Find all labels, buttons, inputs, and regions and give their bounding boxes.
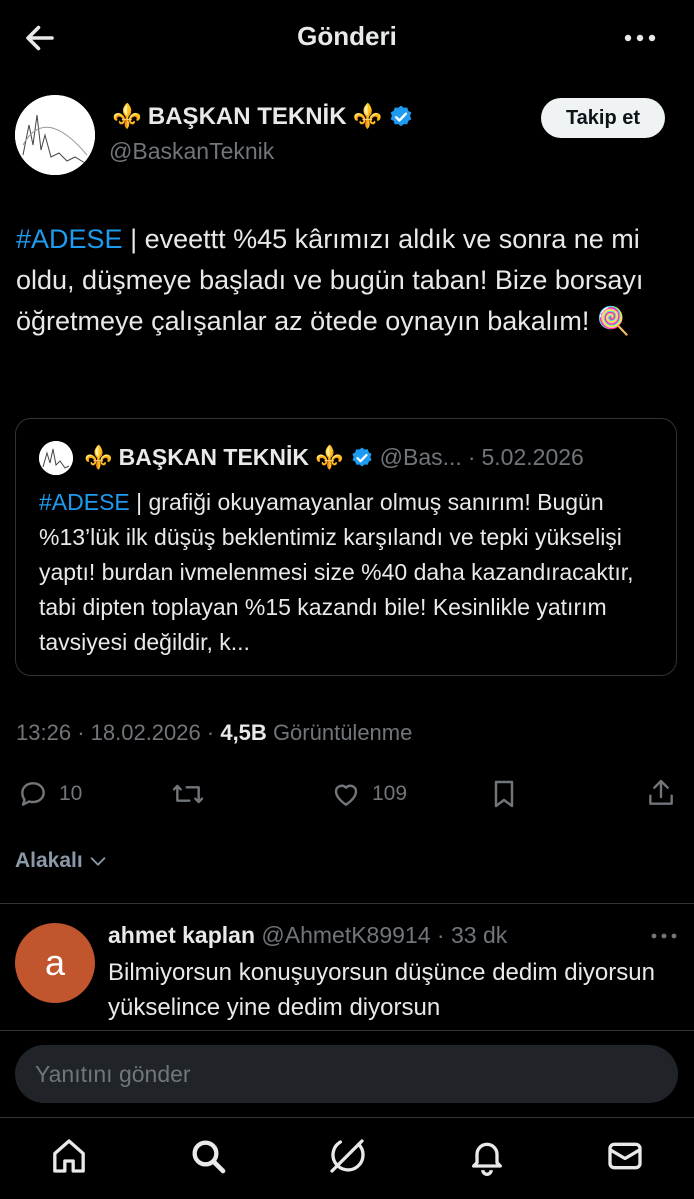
bookmark-icon	[494, 780, 514, 808]
reply-text: Bilmiyorsun konuşuyorsun düşünce dedim d…	[108, 959, 655, 1021]
repost-icon	[172, 784, 204, 804]
divider	[0, 903, 694, 904]
quoted-tweet[interactable]: ⚜️ BAŞKAN TEKNİK ⚜️ @Bas... · 5.02.2026 …	[15, 418, 677, 676]
separator-dot: ·	[436, 922, 445, 948]
more-options-icon[interactable]	[620, 24, 660, 52]
home-icon[interactable]	[49, 1136, 89, 1176]
reply-button[interactable]: 10	[17, 778, 82, 810]
reply-header: ahmet kaplan @AhmetK89914 · 33 dk	[108, 922, 507, 949]
like-button[interactable]: 109	[330, 778, 407, 810]
tweet-text: #ADESE | eveettt %45 kârımızı aldık ve s…	[16, 219, 678, 342]
tweet-meta: 13:26 · 18.02.2026 · 4,5B Görüntülenme	[16, 720, 412, 746]
verified-badge-icon	[391, 105, 412, 126]
mail-icon[interactable]	[605, 1136, 645, 1176]
separator-dot: ·	[467, 444, 476, 470]
quote-header: ⚜️ BAŞKAN TEKNİK ⚜️ @Bas... · 5.02.2026	[84, 444, 584, 471]
reply-avatar[interactable]: a	[15, 923, 95, 1003]
search-icon[interactable]	[188, 1136, 228, 1176]
hashtag-link[interactable]: #ADESE	[16, 224, 123, 254]
divider	[0, 1030, 694, 1031]
quote-author-name: BAŞKAN TEKNİK	[118, 444, 310, 470]
verified-badge-icon	[352, 447, 372, 466]
follow-button[interactable]: Takip et	[541, 98, 665, 138]
repost-button[interactable]	[170, 778, 206, 810]
fleur-icon: ⚜️	[315, 444, 344, 470]
page-title: Gönderi	[297, 21, 397, 51]
quote-handle: @Bas...	[379, 444, 462, 470]
share-icon	[649, 779, 673, 805]
related-label: Alakalı	[15, 849, 83, 872]
quote-text: #ADESE | grafiği okuyamayanlar olmuş san…	[39, 485, 664, 660]
fleur-icon: ⚜️	[84, 444, 113, 470]
fleur-icon: ⚜️	[352, 103, 383, 130]
reply-time: 33 dk	[450, 922, 508, 948]
quote-date: 5.02.2026	[481, 444, 584, 470]
grok-icon[interactable]	[327, 1136, 367, 1176]
author-handle[interactable]: @BaskanTeknik	[109, 138, 274, 165]
reply-author-name[interactable]: ahmet kaplan	[108, 922, 255, 948]
related-filter[interactable]: Alakalı	[15, 849, 109, 873]
action-bar: 10 109	[0, 770, 694, 816]
reply-input[interactable]	[15, 1045, 678, 1103]
hashtag-link[interactable]: #ADESE	[39, 489, 130, 515]
reply-handle[interactable]: @AhmetK89914	[261, 922, 430, 948]
reply-more-icon[interactable]	[648, 922, 680, 950]
separator-dot: ·	[77, 720, 91, 745]
fleur-icon: ⚜️	[112, 103, 142, 130]
bookmark-button[interactable]	[490, 778, 518, 810]
reply-count: 10	[59, 782, 83, 805]
heart-icon	[334, 784, 358, 806]
tweet-date: 18.02.2026	[90, 720, 201, 745]
separator-dot: ·	[206, 720, 221, 745]
share-button[interactable]	[645, 776, 677, 810]
tweet-time: 13:26	[16, 720, 72, 745]
author-name[interactable]: ⚜️ BAŞKAN TEKNİK ⚜️	[112, 102, 414, 131]
quote-avatar	[39, 441, 73, 475]
bell-icon[interactable]	[467, 1136, 507, 1176]
bottom-nav	[0, 1117, 694, 1199]
author-avatar[interactable]	[15, 95, 95, 175]
views-label: Görüntülenme	[272, 720, 413, 745]
author-name-text: BAŞKAN TEKNİK	[147, 102, 347, 130]
view-count: 4,5B	[220, 720, 267, 745]
chart-thumbnail-icon	[39, 441, 73, 475]
top-bar: Gönderi	[0, 0, 694, 80]
chevron-down-icon	[90, 857, 106, 866]
like-count: 109	[372, 782, 408, 805]
chart-thumbnail-icon	[15, 95, 95, 175]
reply-icon	[21, 782, 45, 806]
